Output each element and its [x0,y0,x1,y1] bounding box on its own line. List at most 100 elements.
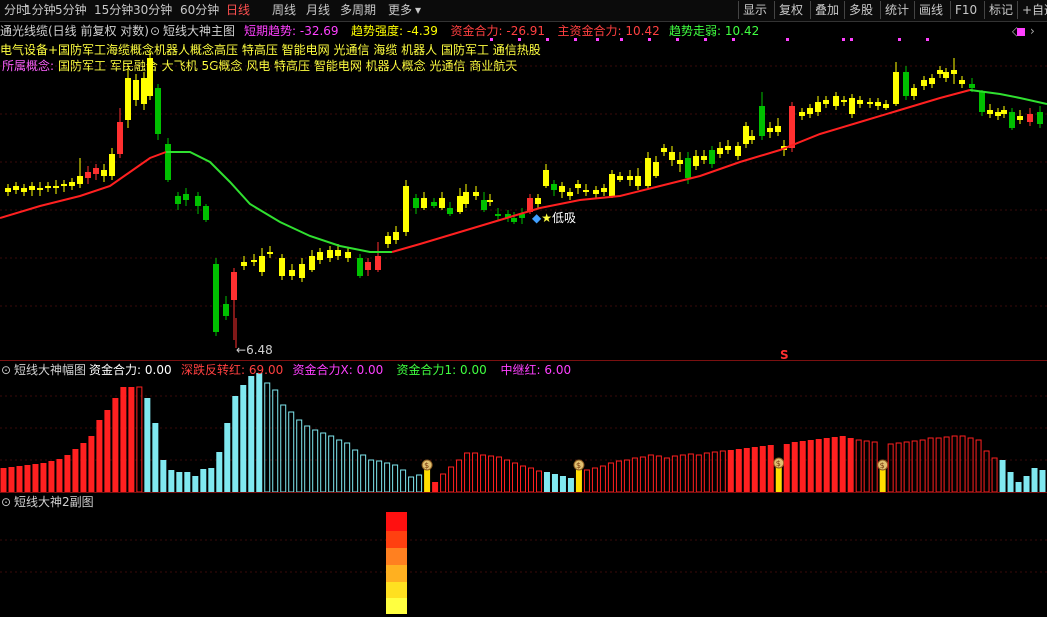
candle [183,188,189,206]
fund-bar [839,436,846,492]
candle [543,164,549,188]
candle [857,96,863,108]
kline-chart-area[interactable]: $ $ $ $ [0,0,1047,617]
fund-bar [551,474,558,492]
candle-body [893,72,899,104]
candle-body [241,262,247,266]
fund-bar [344,442,351,493]
candle [37,182,43,196]
signal-dot [732,38,735,41]
fund-bar [520,465,526,493]
sub2-toggle-icon[interactable]: ⊙ [1,495,11,509]
candle [473,186,479,200]
candle-body [393,232,399,240]
fund-bar [376,460,383,493]
signal-block [386,548,407,565]
candle [749,130,755,144]
buy-signal: ◆★低吸 [532,211,577,225]
candle [101,164,107,182]
candle-body [439,198,445,208]
fund-bar [1015,482,1022,492]
candle-body [327,250,333,258]
fund-bar [448,466,455,493]
candle [481,192,487,212]
candle [21,184,27,196]
money-bag-icon-glyph: $ [424,461,429,470]
candle [77,158,83,188]
fund-bar [967,437,974,493]
sub2-indicator-name[interactable]: 短线大神2副图 [14,495,94,509]
candle-body [661,148,667,152]
candle [883,100,889,110]
candle-body [125,78,131,120]
fund-bar [368,459,375,493]
signal-dot [546,38,549,41]
fund-bar [400,469,407,493]
fund-bar [152,423,159,492]
candle-body [951,70,957,74]
fund-bar [639,456,646,493]
candle-body [959,80,965,84]
candle [421,192,427,210]
candle-body [1001,110,1007,114]
candle-body [299,264,305,278]
indicator-field-2: 资金合力X: 0.00 [292,363,384,377]
candle [823,96,829,108]
candle-body [279,258,285,276]
candle-body [987,110,993,114]
sub1-toggle-icon[interactable]: ⊙ [1,363,11,377]
candle-body [593,190,599,194]
candle-body [645,158,651,186]
candle-body [141,78,147,104]
fund-bar [943,436,950,493]
candle-body [101,170,107,176]
candle-body [495,214,501,216]
fund-bar [647,454,654,493]
candle [195,192,201,214]
candle-body [13,186,19,190]
fund-bar [336,439,343,493]
candle-body [85,172,91,178]
indicator-field-3: 资金合力1: 0.00 [396,363,487,377]
candle [147,50,153,100]
candle [677,152,683,172]
candle [203,204,209,222]
fund-bar [679,454,686,493]
candle [29,182,35,196]
fund-bar [40,463,47,492]
candle [535,194,541,208]
fund-bar [288,411,295,493]
candle [519,208,525,224]
candle-body [841,100,847,102]
fund-bar [1039,470,1046,492]
candle [929,74,935,88]
candle-body [749,136,755,140]
fund-bar [160,460,167,492]
candle [345,248,351,262]
candle [155,84,161,140]
sub1-indicator-name[interactable]: 短线大神幅图 [14,363,86,377]
candle-body [693,156,699,166]
fund-bar [855,439,862,493]
fund-bar [983,450,990,493]
fund-bar [200,469,207,492]
fund-bar [248,376,255,492]
fund-bar [280,404,287,493]
candle [375,242,381,272]
candle [365,258,371,276]
candle-body [929,78,935,84]
candle [937,66,943,78]
candle [213,258,219,336]
candle [735,142,741,160]
candle-body [759,106,765,136]
fund-bar [847,438,854,492]
candle-body [717,148,723,154]
candle-body [575,184,581,188]
candle [223,296,229,320]
fund-bar [663,457,670,493]
candle-body [677,160,683,164]
candle [457,188,463,214]
candle [393,226,399,244]
candle [653,156,659,178]
signal-block [386,582,407,598]
